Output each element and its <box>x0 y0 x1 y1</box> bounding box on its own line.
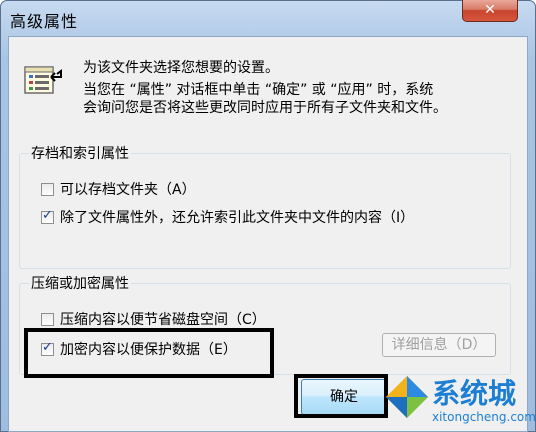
compress-encrypt-group-label: 压缩或加密属性 <box>29 273 131 293</box>
close-button[interactable]: ✕ <box>462 0 518 22</box>
compress-checkbox[interactable] <box>41 312 54 326</box>
checkmark-icon: ✓ <box>42 207 53 223</box>
compress-checkbox-label[interactable]: 压缩内容以便节省磁盘空间（C） <box>60 309 266 329</box>
archive-checkbox-row[interactable]: 可以存档文件夹（A） <box>41 179 196 199</box>
details-button[interactable]: 详细信息（D） <box>382 333 496 357</box>
intro-text-line-2: 当您在 “属性” 对话框中单击 “确定” 或 “应用” 时，系统 <box>83 82 434 98</box>
index-checkbox[interactable]: ✓ <box>41 207 54 224</box>
watermark-url: xitongcheng.com <box>432 410 536 424</box>
diamond-logo-icon <box>386 376 428 418</box>
watermark: 系统城 xitongcheng.com <box>380 370 536 432</box>
index-checkbox-row[interactable]: ✓ 除了文件属性外，还允许索引此文件夹中文件的内容（I） <box>41 207 414 227</box>
archive-checkbox[interactable] <box>41 182 54 196</box>
compress-checkbox-row[interactable]: 压缩内容以便节省磁盘空间（C） <box>41 309 266 329</box>
watermark-text: 系统城 <box>432 377 517 410</box>
advanced-attributes-dialog: 高级属性 ✕ 为该文件夹选择您想要的设置。 当您在 “属性” 对话框中单击 “确… <box>0 0 536 432</box>
window-title: 高级属性 <box>10 12 79 31</box>
archive-index-group-label: 存档和索引属性 <box>29 143 131 163</box>
highlight-box-encrypt <box>24 328 274 378</box>
index-checkbox-label[interactable]: 除了文件属性外，还允许索引此文件夹中文件的内容（I） <box>60 207 414 227</box>
archive-checkbox-label[interactable]: 可以存档文件夹（A） <box>60 179 196 199</box>
intro-text-line-1: 为该文件夹选择您想要的设置。 <box>83 60 279 76</box>
folder-properties-icon <box>24 66 62 94</box>
highlight-box-ok <box>294 374 388 418</box>
intro-text-line-3: 会询问您是否将这些更改同时应用于所有子文件夹和文件。 <box>83 100 447 116</box>
